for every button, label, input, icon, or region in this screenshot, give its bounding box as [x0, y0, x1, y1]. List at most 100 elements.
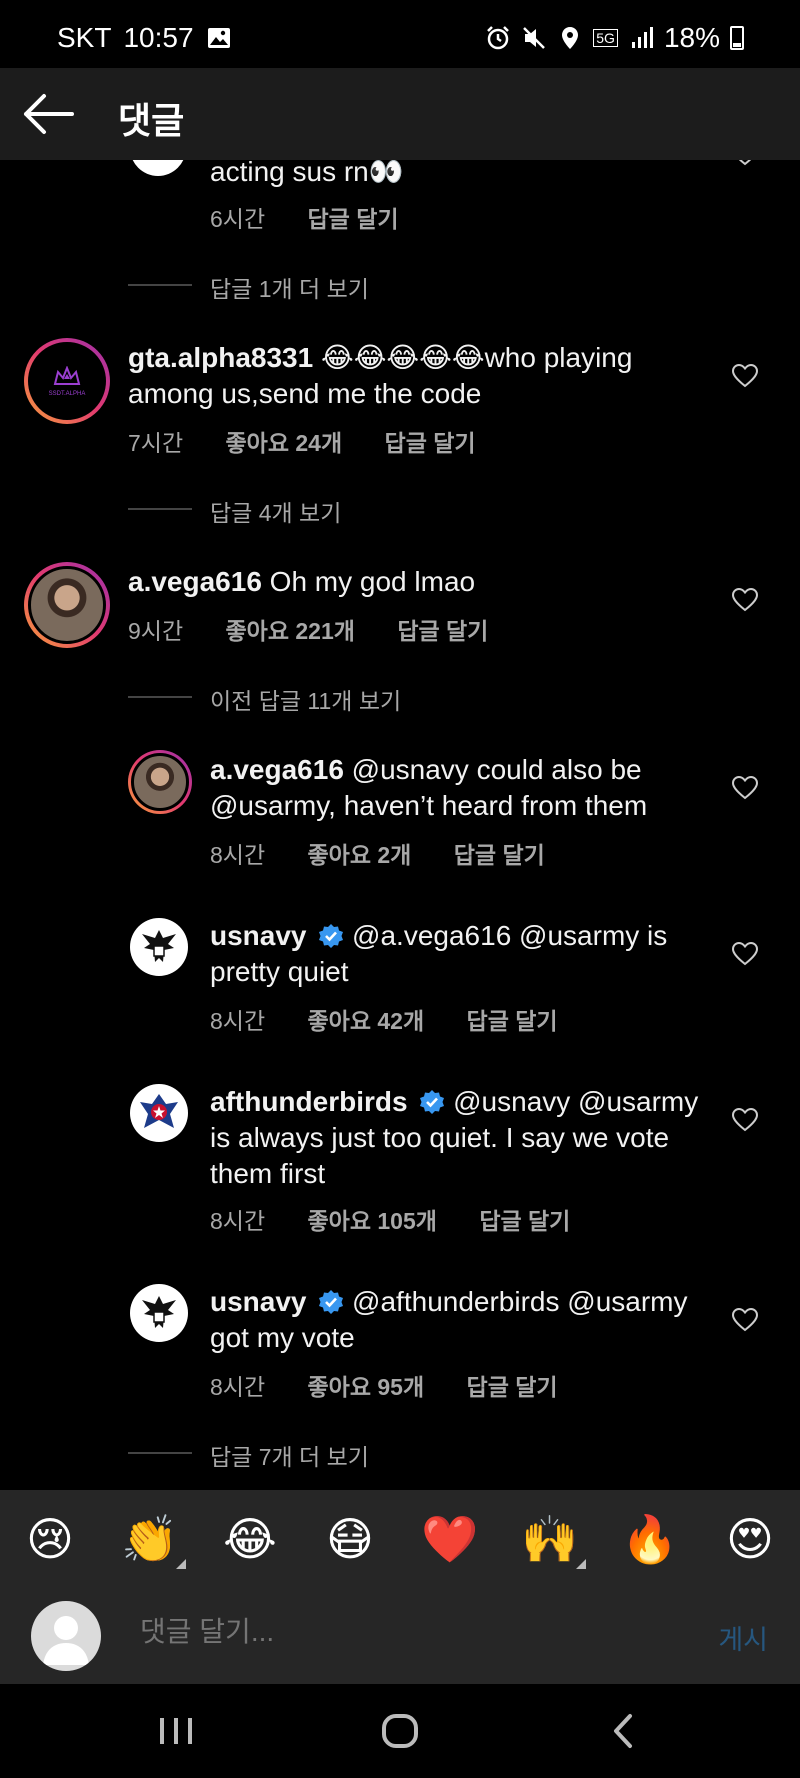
- likes-count[interactable]: 좋아요 42개: [308, 1008, 425, 1034]
- likes-count[interactable]: 좋아요 24개: [226, 430, 343, 456]
- reply-body: afthunderbirds @usnavy @usarmy is always…: [210, 1084, 730, 1192]
- divider: [128, 696, 192, 698]
- reply-username[interactable]: usnavy: [210, 1286, 307, 1317]
- verified-badge-icon: [319, 1290, 344, 1314]
- divider: [128, 284, 192, 286]
- avatar[interactable]: [130, 918, 188, 976]
- emoji-quick-bar: 😢 👏 😂 😷 ❤️ 🙌 🔥 😍: [0, 1490, 800, 1588]
- post-button[interactable]: 게시: [718, 1618, 768, 1657]
- reply-body: usnavy @a.vega616 @usarmy is pretty quie…: [210, 918, 710, 990]
- emoji-crying-button[interactable]: 😢: [10, 1512, 90, 1566]
- reply-button[interactable]: 답글 달기: [308, 206, 399, 232]
- avatar[interactable]: [24, 562, 110, 648]
- reply-time: 8시간: [210, 1008, 266, 1034]
- reply-text-continued: them first: [210, 1158, 326, 1189]
- reply-text-continued: @usarmy, haven’t heard from them: [210, 790, 648, 821]
- heart-icon[interactable]: [732, 1108, 758, 1132]
- signal-icon: [631, 27, 653, 48]
- comment-input[interactable]: [140, 1616, 640, 1648]
- emoji-laugh-button[interactable]: 😂: [210, 1512, 290, 1566]
- reply-button[interactable]: 답글 달기: [397, 618, 488, 644]
- back-icon[interactable]: [594, 1708, 654, 1754]
- likes-count[interactable]: 좋아요 105개: [308, 1208, 437, 1234]
- home-icon[interactable]: [370, 1708, 430, 1754]
- thunderbird-icon: [140, 1094, 178, 1128]
- gallery-icon: [207, 28, 230, 48]
- reply-time: 8시간: [210, 1374, 266, 1400]
- reply-meta: 8시간 좋아요 2개 답글 달기: [210, 836, 581, 870]
- heart-icon[interactable]: [732, 1308, 758, 1332]
- reply-text-continued: pretty quiet: [210, 956, 349, 987]
- likes-count[interactable]: 좋아요 221개: [226, 618, 355, 644]
- emoji-heart-eyes-button[interactable]: 😍: [710, 1512, 790, 1566]
- reply-button[interactable]: 답글 달기: [479, 1208, 570, 1234]
- verified-badge-icon: [319, 924, 344, 948]
- status-bar: SKT 10:57 5G 18%: [0, 0, 800, 68]
- avatar[interactable]: [130, 1084, 188, 1142]
- reply-time: 8시간: [210, 842, 266, 868]
- heart-icon[interactable]: [732, 942, 758, 966]
- page-title: 댓글: [118, 100, 185, 141]
- emoji-heart-button[interactable]: ❤️: [410, 1512, 490, 1567]
- emoji-raised-hands-button[interactable]: 🙌: [510, 1512, 590, 1569]
- divider: [128, 1452, 192, 1454]
- reply-username[interactable]: usnavy: [210, 920, 307, 951]
- comment-meta: 7시간 좋아요 24개 답글 달기: [128, 424, 512, 458]
- heart-icon[interactable]: [732, 364, 758, 388]
- view-more-replies[interactable]: 답글 1개 더 보기: [210, 270, 369, 304]
- system-nav-bar: [0, 1684, 800, 1778]
- comment-time: 7시간: [128, 430, 184, 456]
- emoji-fire-button[interactable]: 🔥: [610, 1512, 690, 1567]
- comment-meta: 9시간 좋아요 221개 답글 달기: [128, 612, 524, 646]
- user-avatar: [31, 1601, 101, 1671]
- view-replies[interactable]: 답글 4개 보기: [210, 494, 341, 528]
- comments-list[interactable]: acting sus rn👀 6시간 답글 달기 답글 1개 더 보기 SSDT…: [0, 160, 800, 1490]
- emoji-clap-glyph: 👏: [121, 1512, 179, 1565]
- heart-icon[interactable]: [732, 776, 758, 800]
- view-more-replies[interactable]: 답글 7개 더 보기: [210, 1438, 369, 1472]
- reply-meta: 8시간 좋아요 105개 답글 달기: [210, 1202, 606, 1236]
- avatar-text: SSDT.ALPHA: [48, 390, 86, 397]
- avatar[interactable]: [128, 750, 192, 814]
- comment-time: 6시간: [210, 206, 266, 232]
- avatar[interactable]: SSDT.ALPHA: [24, 338, 110, 424]
- likes-count[interactable]: 좋아요 2개: [308, 842, 412, 868]
- divider: [128, 508, 192, 510]
- comment-username[interactable]: gta.alpha8331: [128, 342, 313, 373]
- back-arrow-icon[interactable]: [20, 88, 76, 140]
- verified-badge-icon: [420, 1090, 445, 1114]
- recent-apps-icon[interactable]: [146, 1708, 206, 1754]
- reply-button[interactable]: 답글 달기: [467, 1374, 558, 1400]
- emoji-clap-button[interactable]: 👏: [110, 1512, 190, 1569]
- comment-time: 9시간: [128, 618, 184, 644]
- heart-icon[interactable]: [732, 160, 758, 166]
- comment-body: a.vega616 Oh my god lmao: [128, 564, 475, 600]
- reply-time: 8시간: [210, 1208, 266, 1234]
- reply-button[interactable]: 답글 달기: [385, 430, 476, 456]
- reply-text-continued: is always just too quiet. I say we vote: [210, 1122, 670, 1153]
- skin-tone-indicator: [176, 1558, 186, 1569]
- reply-username[interactable]: afthunderbirds: [210, 1086, 408, 1117]
- battery-percent: 18%: [663, 22, 720, 53]
- avatar[interactable]: [130, 1284, 188, 1342]
- comment-body: gta.alpha8331 😂😂😂😂😂who playing among us,…: [128, 340, 688, 412]
- avatar[interactable]: [130, 160, 186, 176]
- battery-icon: [730, 26, 744, 50]
- comment-text-continued: among us,send me the code: [128, 378, 482, 409]
- crown-logo-icon: [53, 365, 81, 385]
- comment-username[interactable]: a.vega616: [128, 566, 262, 597]
- view-previous-replies[interactable]: 이전 답글 11개 보기: [210, 682, 401, 716]
- heart-icon[interactable]: [732, 588, 758, 612]
- reply-username[interactable]: a.vega616: [210, 754, 344, 785]
- clock: 10:57: [123, 22, 194, 53]
- reply-button[interactable]: 답글 달기: [454, 842, 545, 868]
- reply-button[interactable]: 답글 달기: [467, 1008, 558, 1034]
- emoji-mask-button[interactable]: 😷: [310, 1512, 390, 1566]
- reply-text: @usnavy @usarmy: [445, 1086, 699, 1117]
- likes-count[interactable]: 좋아요 95개: [308, 1374, 425, 1400]
- reply-text: @a.vega616 @usarmy is: [344, 920, 668, 951]
- reply-meta: 8시간 좋아요 95개 답글 달기: [210, 1368, 594, 1402]
- reply-text-continued: got my vote: [210, 1322, 355, 1353]
- comment-text: acting sus rn👀: [210, 160, 404, 187]
- default-avatar-icon: [43, 1616, 89, 1665]
